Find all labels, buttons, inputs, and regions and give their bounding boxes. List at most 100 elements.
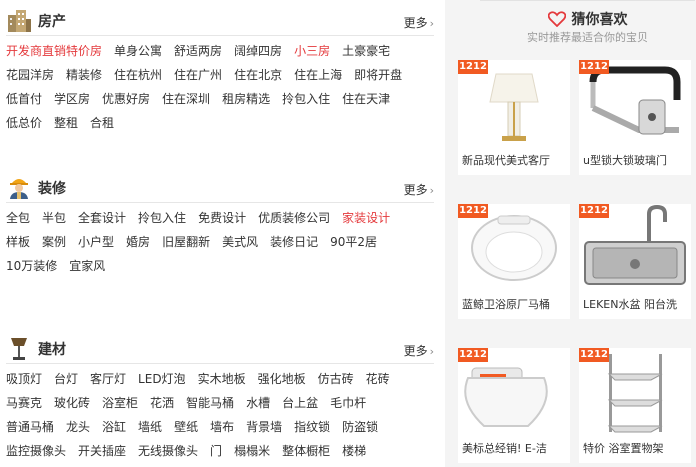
- tag-link[interactable]: 半包: [42, 206, 66, 230]
- product-card[interactable]: 1212 特价 浴室置物架: [579, 348, 691, 463]
- tag-link[interactable]: 10万装修: [6, 254, 57, 278]
- tag-link[interactable]: 土豪豪宅: [342, 39, 390, 63]
- tag-link[interactable]: 壁纸: [174, 415, 198, 439]
- tag-link[interactable]: 90平2居: [330, 230, 377, 254]
- tag-link[interactable]: 住在深圳: [162, 87, 210, 111]
- tag-link[interactable]: 花洒: [150, 391, 174, 415]
- tag-link[interactable]: 整租: [54, 111, 78, 135]
- tag-link[interactable]: 门: [210, 439, 222, 463]
- tag-link[interactable]: 强化地板: [258, 367, 306, 391]
- tag-link[interactable]: 客厅灯: [90, 367, 126, 391]
- section-material-header: 建材 更多 ›: [6, 338, 434, 364]
- tag-link[interactable]: 无线摄像头: [138, 439, 198, 463]
- tag-link[interactable]: 住在广州: [174, 63, 222, 87]
- section-decor-title: 装修: [38, 181, 66, 197]
- category-panel: 房产 更多 › 开发商直销特价房 单身公寓 舒适两房 阔绰四房 小三房 土豪豪宅花园洋房 精装…: [0, 0, 440, 467]
- tag-link[interactable]: 婚房: [126, 230, 150, 254]
- tag-link[interactable]: 美式风: [222, 230, 258, 254]
- tag-link[interactable]: 单身公寓: [114, 39, 162, 63]
- tag-link[interactable]: 旧屋翻新: [162, 230, 210, 254]
- tag-link[interactable]: 小三房: [294, 39, 330, 63]
- more-label: 更多: [403, 16, 428, 30]
- tag-link[interactable]: 墙布: [210, 415, 234, 439]
- section-house-more-link[interactable]: 更多 ›: [404, 14, 434, 31]
- tag-link[interactable]: 龙头: [66, 415, 90, 439]
- tag-link[interactable]: 案例: [42, 230, 66, 254]
- tag-link[interactable]: 普通马桶: [6, 415, 54, 439]
- tag-link[interactable]: 住在上海: [294, 63, 342, 87]
- section-material-more-link[interactable]: 更多 ›: [404, 342, 434, 359]
- tag-link[interactable]: 拎包入住: [138, 206, 186, 230]
- tag-link[interactable]: 墙纸: [138, 415, 162, 439]
- promo-badge: 1212: [458, 348, 488, 362]
- tag-link[interactable]: 开关插座: [78, 439, 126, 463]
- tag-link[interactable]: 毛巾杆: [330, 391, 366, 415]
- more-label: 更多: [403, 183, 428, 197]
- tag-link[interactable]: 低总价: [6, 111, 42, 135]
- tag-link[interactable]: 住在北京: [234, 63, 282, 87]
- more-label: 更多: [403, 344, 428, 358]
- worker-icon: [10, 179, 28, 199]
- product-name: LEKEN水盆 阳台洗: [583, 298, 677, 311]
- tag-link[interactable]: 浴缸: [102, 415, 126, 439]
- tag-link[interactable]: 玻化砖: [54, 391, 90, 415]
- tag-link[interactable]: 实木地板: [198, 367, 246, 391]
- tag-link[interactable]: 家装设计: [342, 206, 390, 230]
- tag-link[interactable]: 防盗锁: [342, 415, 378, 439]
- tag-link[interactable]: 拎包入住: [282, 87, 330, 111]
- tag-link[interactable]: 优质装修公司: [258, 206, 330, 230]
- tag-link[interactable]: 全套设计: [78, 206, 126, 230]
- tag-link[interactable]: 榻榻米: [234, 439, 270, 463]
- tag-link[interactable]: 水槽: [246, 391, 270, 415]
- tag-link[interactable]: 吸顶灯: [6, 367, 42, 391]
- tag-link[interactable]: 合租: [90, 111, 114, 135]
- tag-link[interactable]: 仿古砖: [318, 367, 354, 391]
- section-decor-more-link[interactable]: 更多 ›: [404, 181, 434, 198]
- section-material-tags: 吸顶灯 台灯 客厅灯 LED灯泡 实木地板 强化地板 仿古砖 花砖马赛克 玻化砖 浴室柜 花洒 智能马…: [6, 364, 434, 463]
- building-icon: [8, 10, 31, 32]
- tag-link[interactable]: 样板: [6, 230, 30, 254]
- tag-link[interactable]: 马赛克: [6, 391, 42, 415]
- tag-link[interactable]: 台灯: [54, 367, 78, 391]
- tag-link[interactable]: 学区房: [54, 87, 90, 111]
- tag-link[interactable]: 小户型: [78, 230, 114, 254]
- chevron-right-icon: ›: [429, 17, 434, 30]
- tag-link[interactable]: 优惠好房: [102, 87, 150, 111]
- tag-link[interactable]: 舒适两房: [174, 39, 222, 63]
- tag-link[interactable]: 免费设计: [198, 206, 246, 230]
- section-house-title: 房产: [38, 14, 66, 30]
- tag-link[interactable]: 花园洋房: [6, 63, 54, 87]
- product-card[interactable]: 1212 LEKEN水盆 阳台洗: [579, 204, 691, 319]
- tag-link[interactable]: 花砖: [366, 367, 390, 391]
- promo-badge: 1212: [579, 348, 609, 362]
- tag-link[interactable]: 全包: [6, 206, 30, 230]
- tag-link[interactable]: 阔绰四房: [234, 39, 282, 63]
- tag-link[interactable]: 宜家风: [69, 254, 105, 278]
- tag-link[interactable]: 装修日记: [270, 230, 318, 254]
- tag-link[interactable]: 住在天津: [342, 87, 390, 111]
- section-house-tags: 开发商直销特价房 单身公寓 舒适两房 阔绰四房 小三房 土豪豪宅花园洋房 精装修 住在杭州 住在…: [6, 36, 434, 135]
- tag-link[interactable]: 开发商直销特价房: [6, 39, 102, 63]
- tag-link[interactable]: 低首付: [6, 87, 42, 111]
- section-material: 建材 更多 › 吸顶灯 台灯 客厅灯 LED灯泡 实木地板 强化地板 仿古砖 花砖马赛克 玻化砖浴…: [6, 338, 434, 463]
- product-card[interactable]: 1212 u型锁大锁玻璃门: [579, 60, 691, 175]
- tag-link[interactable]: 精装修: [66, 63, 102, 87]
- tag-link[interactable]: 指纹锁: [294, 415, 330, 439]
- product-card[interactable]: 1212 蓝鲸卫浴原厂马桶: [458, 204, 570, 319]
- promo-badge: 1212: [458, 60, 488, 74]
- tag-link[interactable]: 台上盆: [282, 391, 318, 415]
- tag-link[interactable]: 租房精选: [222, 87, 270, 111]
- tag-link[interactable]: LED灯泡: [138, 367, 186, 391]
- product-card[interactable]: 1212 新品现代美式客厅: [458, 60, 570, 175]
- tag-link[interactable]: 背景墙: [246, 415, 282, 439]
- tag-link[interactable]: 即将开盘: [354, 63, 402, 87]
- product-name: 新品现代美式客厅: [462, 154, 550, 167]
- tag-link[interactable]: 智能马桶: [186, 391, 234, 415]
- tag-link[interactable]: 浴室柜: [102, 391, 138, 415]
- promo-badge: 1212: [458, 204, 488, 218]
- tag-link[interactable]: 住在杭州: [114, 63, 162, 87]
- tag-link[interactable]: 监控摄像头: [6, 439, 66, 463]
- product-card[interactable]: 1212 美标总经销! E-洁: [458, 348, 570, 463]
- tag-link[interactable]: 楼梯: [342, 439, 366, 463]
- tag-link[interactable]: 整体橱柜: [282, 439, 330, 463]
